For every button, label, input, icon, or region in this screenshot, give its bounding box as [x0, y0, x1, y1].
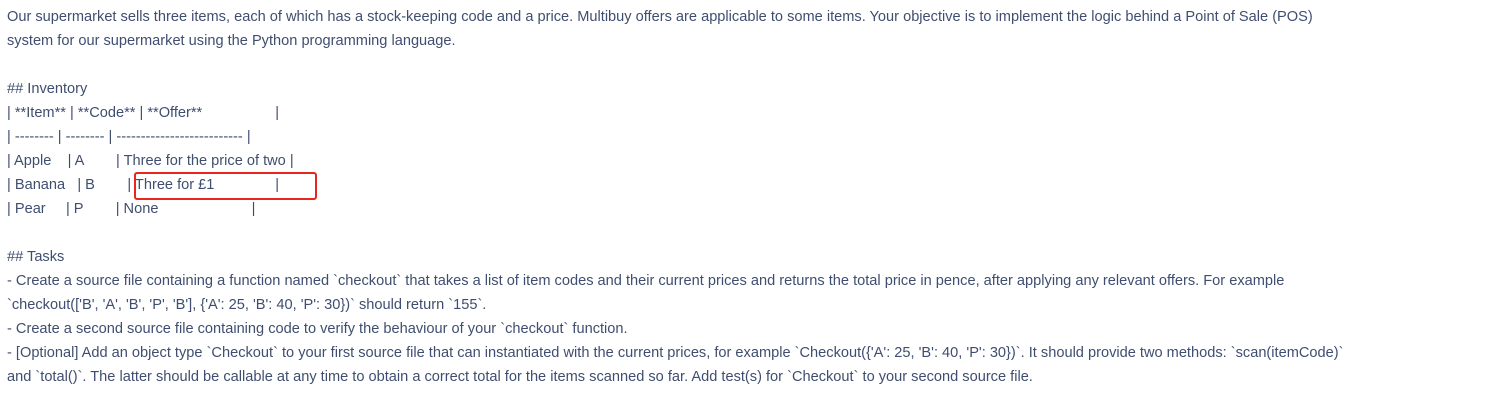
task-line-3: - Create a second source file containing…	[7, 321, 628, 337]
task-line-1: - Create a source file containing a func…	[7, 273, 1285, 289]
task-line-5: and `total()`. The latter should be call…	[7, 369, 1033, 385]
inventory-header-row: | **Item** | **Code** | **Offer** |	[7, 105, 280, 121]
task-line-2: `checkout(['B', 'A', 'B', 'P', 'B'], {'A…	[7, 297, 487, 313]
inventory-row-pear: | Pear | P | None |	[7, 201, 256, 217]
inventory-heading: ## Inventory	[7, 81, 88, 97]
inventory-divider-row: | -------- | -------- | ----------------…	[7, 129, 251, 145]
tasks-heading: ## Tasks	[7, 249, 65, 265]
highlight-box-banana-offer	[134, 172, 317, 200]
intro-line-1: Our supermarket sells three items, each …	[7, 9, 1313, 25]
intro-line-2: system for our supermarket using the Pyt…	[7, 33, 456, 49]
inventory-row-apple: | Apple | A | Three for the price of two…	[7, 153, 294, 169]
task-line-4: - [Optional] Add an object type `Checkou…	[7, 345, 1344, 361]
